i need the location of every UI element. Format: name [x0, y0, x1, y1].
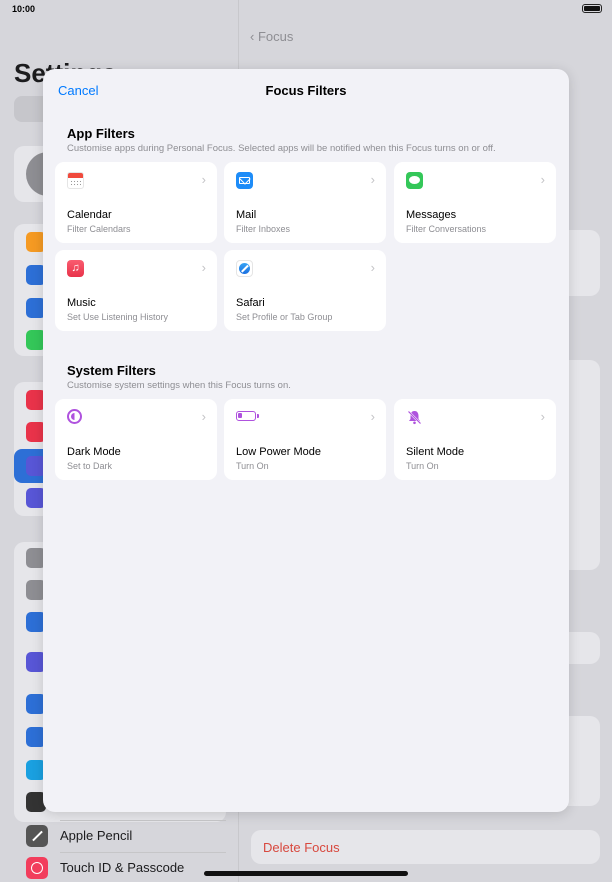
home-indicator[interactable] — [204, 871, 408, 876]
chevron-right-icon: › — [201, 172, 206, 187]
tile-subtitle: Set Profile or Tab Group — [236, 312, 333, 322]
delete-focus-button[interactable]: Delete Focus — [251, 830, 600, 864]
tile-subtitle: Turn On — [406, 461, 439, 471]
chevron-right-icon: › — [370, 409, 375, 424]
back-button[interactable]: ‹ Focus — [250, 29, 293, 44]
filter-tile-music[interactable]: ♫ › Music Set Use Listening History — [55, 250, 217, 331]
mail-icon — [236, 172, 253, 189]
chevron-right-icon: › — [370, 172, 375, 187]
app-filters-title: App Filters — [67, 126, 135, 141]
system-filters-title: System Filters — [67, 363, 156, 378]
system-filters-subtitle: Customise system settings when this Focu… — [67, 380, 291, 391]
sidebar-item-label: Touch ID & Passcode — [60, 860, 185, 875]
row-divider — [60, 820, 226, 821]
focus-filters-sheet: Cancel Focus Filters App Filters Customi… — [43, 69, 569, 812]
filter-tile-silent-mode[interactable]: › Silent Mode Turn On — [394, 399, 556, 480]
messages-icon — [406, 172, 423, 189]
pencil-icon — [26, 825, 48, 847]
tile-name: Dark Mode — [67, 446, 121, 458]
tile-subtitle: Filter Calendars — [67, 224, 131, 234]
tile-subtitle: Filter Conversations — [406, 224, 487, 234]
chevron-right-icon: › — [201, 260, 206, 275]
sidebar-item-apple-pencil[interactable]: Apple Pencil — [14, 820, 226, 852]
chevron-right-icon: › — [540, 172, 545, 187]
back-label: Focus — [257, 29, 294, 44]
safari-icon — [236, 260, 253, 277]
sidebar-item-touch-id[interactable]: Touch ID & Passcode — [14, 852, 226, 882]
tile-name: Mail — [236, 209, 257, 221]
tile-name: Silent Mode — [406, 446, 465, 458]
status-time: 10:00 — [12, 4, 36, 14]
tile-subtitle: Turn On — [236, 461, 269, 471]
tile-subtitle: Set to Dark — [67, 461, 113, 471]
filter-tile-low-power-mode[interactable]: › Low Power Mode Turn On — [224, 399, 386, 480]
tile-subtitle: Set Use Listening History — [67, 312, 169, 322]
tile-name: Calendar — [67, 209, 112, 221]
bell-glyph — [407, 410, 422, 425]
tile-subtitle: Filter Inboxes — [236, 224, 291, 234]
tile-name: Low Power Mode — [236, 446, 321, 458]
filter-tile-dark-mode[interactable]: › Dark Mode Set to Dark — [55, 399, 217, 480]
fingerprint-icon — [26, 857, 48, 879]
filter-tile-safari[interactable]: › Safari Set Profile or Tab Group — [224, 250, 386, 331]
tile-name: Music — [67, 297, 96, 309]
delete-focus-label: Delete Focus — [263, 840, 340, 855]
app-filters-subtitle: Customise apps during Personal Focus. Se… — [67, 143, 496, 154]
filter-tile-messages[interactable]: › Messages Filter Conversations — [394, 162, 556, 243]
filter-tile-calendar[interactable]: › Calendar Filter Calendars — [55, 162, 217, 243]
sidebar-item-label: Apple Pencil — [60, 828, 133, 843]
chevron-right-icon: › — [540, 409, 545, 424]
row-divider — [60, 852, 226, 853]
tile-name: Messages — [406, 209, 457, 221]
chevron-right-icon: › — [370, 260, 375, 275]
dark-mode-icon — [67, 409, 82, 424]
battery-icon — [236, 411, 259, 421]
battery-icon — [582, 4, 602, 13]
music-icon: ♫ — [67, 260, 84, 277]
tile-name: Safari — [236, 297, 265, 309]
bell-slash-icon — [406, 409, 423, 426]
sheet-title: Focus Filters — [265, 83, 347, 98]
chevron-right-icon: › — [201, 409, 206, 424]
calendar-icon — [67, 172, 84, 189]
filter-tile-mail[interactable]: › Mail Filter Inboxes — [224, 162, 386, 243]
